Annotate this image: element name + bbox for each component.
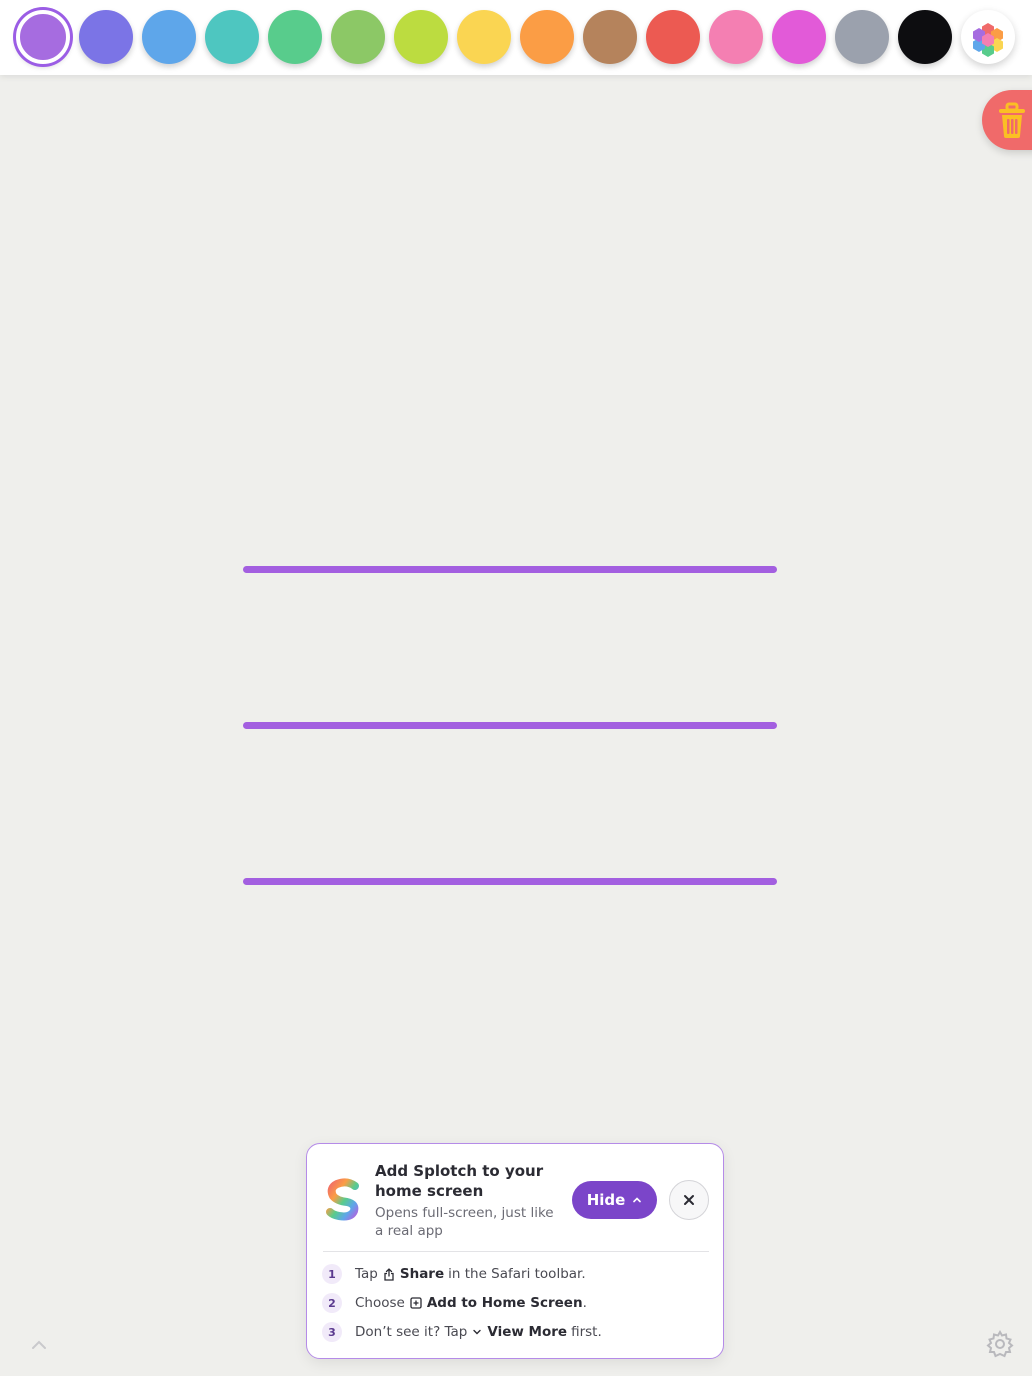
collapse-toolbar-button[interactable] — [28, 1334, 50, 1356]
step-text: first. — [571, 1324, 602, 1340]
drawn-stroke — [243, 878, 777, 885]
step-emphasis: View More — [487, 1324, 568, 1340]
hide-instructions-button[interactable]: Hide — [572, 1181, 657, 1219]
chevron-down-icon — [472, 1327, 482, 1337]
step-emphasis: Share — [399, 1266, 445, 1282]
close-icon — [684, 1195, 694, 1205]
drawn-stroke — [243, 722, 777, 729]
step-text: Tap — [355, 1266, 378, 1282]
share-icon — [383, 1267, 395, 1281]
color-swatch-blue[interactable] — [142, 10, 196, 64]
drawn-stroke — [243, 566, 777, 573]
color-swatch-teal[interactable] — [205, 10, 259, 64]
clear-canvas-button[interactable] — [982, 90, 1032, 150]
color-swatch-magenta[interactable] — [772, 10, 826, 64]
install-step-1: 1 Tap Share in the Safari toolbar. — [322, 1264, 586, 1284]
install-card-title: Add Splotch to your home screen — [375, 1162, 544, 1200]
gear-icon — [986, 1329, 1014, 1358]
chevron-up-icon — [633, 1197, 642, 1203]
card-divider — [323, 1251, 709, 1252]
color-swatch-red[interactable] — [646, 10, 700, 64]
splotch-logo-icon — [326, 1178, 359, 1221]
more-colors-button[interactable] — [961, 10, 1015, 64]
color-swatch-indigo[interactable] — [79, 10, 133, 64]
chevron-up-icon — [32, 1340, 46, 1349]
color-swatch-purple[interactable] — [16, 10, 70, 64]
color-swatch-black[interactable] — [898, 10, 952, 64]
color-swatch-green[interactable] — [268, 10, 322, 64]
color-swatch-brown[interactable] — [583, 10, 637, 64]
drawing-canvas[interactable]: Add Splotch to your home screen Opens fu… — [0, 0, 1032, 1376]
step-number: 2 — [322, 1293, 342, 1313]
hide-button-label: Hide — [586, 1191, 626, 1209]
trash-icon — [999, 102, 1025, 138]
color-swatch-yellow[interactable] — [457, 10, 511, 64]
step-text: Don’t see it? Tap — [355, 1324, 468, 1340]
color-swatch-gray[interactable] — [835, 10, 889, 64]
color-swatch-pink[interactable] — [709, 10, 763, 64]
install-step-2: 2 Choose Add to Home Screen . — [322, 1293, 587, 1313]
add-to-home-screen-card: Add Splotch to your home screen Opens fu… — [306, 1143, 724, 1359]
hexagon-palette-icon — [973, 23, 1003, 57]
step-number: 1 — [322, 1264, 342, 1284]
settings-button[interactable] — [985, 1329, 1015, 1359]
install-card-subtitle: Opens full-screen, just like a real app — [375, 1205, 554, 1239]
color-toolbar — [0, 0, 1032, 75]
step-text: in the Safari toolbar. — [448, 1266, 586, 1282]
step-text: Choose — [355, 1295, 405, 1311]
color-swatch-lime[interactable] — [394, 10, 448, 64]
add-square-icon — [410, 1297, 422, 1309]
step-emphasis: Add to Home Screen — [426, 1295, 583, 1311]
color-swatch-orange[interactable] — [520, 10, 574, 64]
install-step-3: 3 Don’t see it? Tap View More first. — [322, 1322, 602, 1342]
color-swatch-olive-green[interactable] — [331, 10, 385, 64]
step-number: 3 — [322, 1322, 342, 1342]
close-card-button[interactable] — [669, 1180, 709, 1220]
step-text: . — [582, 1295, 587, 1311]
